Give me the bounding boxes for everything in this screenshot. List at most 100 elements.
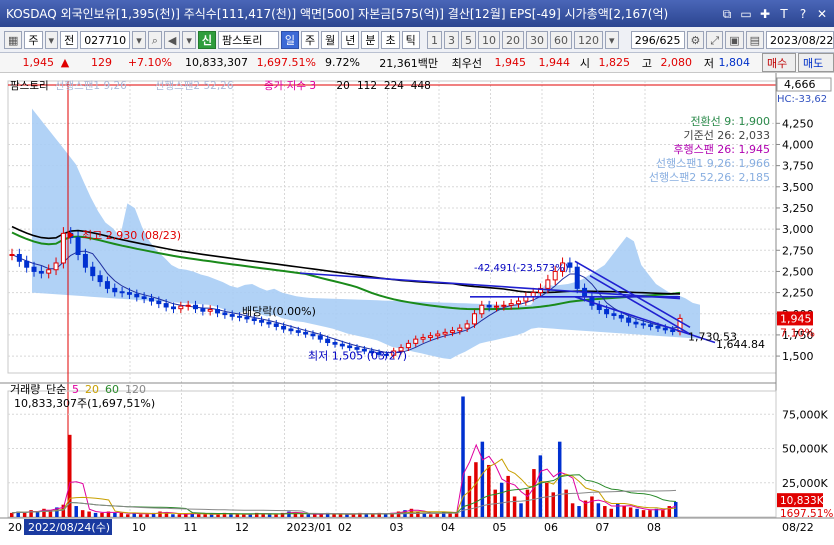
interval-120[interactable]: 120	[574, 30, 604, 49]
volume-bar	[615, 503, 620, 517]
volume-legend-item: 20	[85, 383, 99, 396]
search-icon[interactable]: ⌕	[147, 30, 162, 49]
sell-button[interactable]: 매도	[798, 53, 834, 72]
volume-bar	[177, 514, 182, 517]
tab-week[interactable]: 주	[300, 30, 320, 49]
settings-icon[interactable]: ⚙	[686, 30, 705, 49]
volume-bar	[603, 506, 607, 517]
interval-20[interactable]: 20	[502, 30, 525, 49]
toolbar: ▦ 주 ▾ 전 027710 ▾ ⌕ ◀ ▾ 신 팜스토리 일 주 월 년 분 …	[0, 27, 834, 53]
low-label: 저	[703, 56, 714, 70]
stock-chart[interactable]: 최고 2,930 (08/23) 배당락(0.00%) 최저 1,505 (03/2…	[0, 73, 834, 545]
volume-bar	[371, 514, 375, 517]
period-select[interactable]: 주	[24, 30, 43, 49]
chart-legend: 팜스토리 선행스팬1 9,26 선행스팬2 52,26 종가 지수 3 20 112 224…	[10, 80, 431, 92]
candle-body	[611, 313, 617, 316]
tab-year[interactable]: 년	[341, 30, 360, 49]
chevron-down-icon[interactable]: ▾	[182, 30, 196, 49]
grid-icon[interactable]: ▦	[4, 30, 23, 49]
save-icon[interactable]: ▣	[725, 30, 744, 49]
code-input[interactable]: 027710	[80, 30, 131, 49]
candle-body	[200, 308, 206, 312]
volume-bar	[267, 514, 272, 517]
buy-button[interactable]: 매수	[762, 53, 796, 72]
date-tick-label: 03	[390, 521, 404, 534]
prev-button[interactable]: 전	[60, 30, 79, 49]
interval-5[interactable]: 5	[461, 30, 477, 49]
date-input[interactable]: 2023/08/22	[766, 30, 834, 49]
hc-label: HC:-33,62	[777, 94, 827, 105]
speaker-icon[interactable]: ◀	[163, 30, 181, 49]
window-icon[interactable]: ⧉	[719, 6, 735, 22]
date-tick-label: 2023/01	[287, 521, 333, 534]
tab-tick[interactable]: 틱	[401, 30, 420, 49]
volume-bar	[196, 514, 201, 517]
title-bar: KOSDAQ 외국인보유[1,395(천)] 주식수[111,417(천)] 액…	[0, 0, 834, 27]
volume-bar	[609, 508, 614, 517]
calendar-icon[interactable]: ▤	[745, 30, 764, 49]
candle-body	[618, 314, 624, 319]
annotation-level-2: 1,644.84	[716, 338, 765, 351]
interval-10[interactable]: 10	[478, 30, 501, 49]
current-price-label: 1,945	[780, 312, 812, 325]
price-tick-label: 3,250	[782, 202, 814, 215]
volume-bar	[577, 506, 581, 517]
volume-bar	[100, 512, 104, 517]
volume-bar	[261, 514, 265, 517]
chevron-down-icon[interactable]: ▾	[44, 30, 59, 49]
title-text: KOSDAQ 외국인보유[1,395(천)] 주식수[111,417(천)] 액…	[6, 7, 669, 21]
legend-item: 종가 지수 3	[264, 80, 316, 92]
date-tick-label: 07	[596, 521, 610, 534]
volume-bar	[416, 511, 420, 517]
interval-3[interactable]: 3	[444, 30, 460, 49]
open-label: 시	[579, 56, 590, 70]
volume-bar	[74, 506, 78, 517]
candle-body	[347, 345, 353, 349]
candle-body	[273, 323, 279, 327]
interval-60[interactable]: 60	[550, 30, 573, 49]
candle-body	[435, 333, 441, 337]
window-icon[interactable]: ▭	[738, 6, 754, 22]
candle-body	[104, 281, 110, 289]
date-tick-label: 11	[184, 521, 198, 534]
candle-body	[9, 254, 15, 257]
tab-minute[interactable]: 분	[361, 30, 380, 49]
indicator-legend-item: 선행스팬2 52,26: 2,185	[649, 171, 770, 184]
price-tick-label: 3,500	[782, 181, 814, 194]
annotation-low: 최저 1,505 (03/27)	[308, 350, 407, 363]
cursor-date-label: 2022/08/24(수)	[28, 521, 110, 534]
help-icon[interactable]: ?	[795, 6, 811, 22]
interval-30[interactable]: 30	[526, 30, 549, 49]
candle-body	[126, 292, 132, 295]
candle-body	[464, 323, 470, 329]
candle-body	[670, 329, 676, 333]
tab-month[interactable]: 월	[321, 30, 340, 49]
chevron-down-icon[interactable]: ▾	[132, 30, 146, 49]
volume-legend-item: 5	[72, 383, 79, 396]
annotation-change: -42,491(-23,573%)	[474, 263, 569, 274]
date-axis-year: 20	[8, 521, 22, 534]
candle-body	[193, 304, 199, 310]
text-icon[interactable]: T	[776, 6, 792, 22]
zoom-icon[interactable]: ⤢	[706, 30, 724, 49]
price-tick-label: 3,000	[782, 223, 814, 236]
candle-body	[16, 254, 22, 262]
volume-bar	[229, 514, 233, 517]
candle-body	[237, 315, 243, 318]
candle-body	[457, 327, 463, 332]
pin-icon[interactable]: ✚	[757, 6, 773, 22]
candle-body	[38, 270, 44, 274]
interval-1[interactable]: 1	[427, 30, 443, 49]
window-controls: ⧉ ▭ ✚ T ? ✕	[719, 6, 834, 22]
tab-day[interactable]: 일	[280, 30, 299, 49]
close-icon[interactable]: ✕	[814, 6, 830, 22]
volume-bar	[557, 441, 562, 517]
volume-bar	[532, 469, 536, 517]
volume-bar	[622, 506, 626, 517]
volume-bar	[641, 510, 646, 517]
volume-legend-item: 120	[125, 383, 146, 396]
chevron-down-icon[interactable]: ▾	[605, 30, 619, 49]
tab-second[interactable]: 초	[381, 30, 400, 49]
volume-legend-item: 거래량	[10, 383, 40, 396]
volume-bar	[113, 512, 117, 517]
